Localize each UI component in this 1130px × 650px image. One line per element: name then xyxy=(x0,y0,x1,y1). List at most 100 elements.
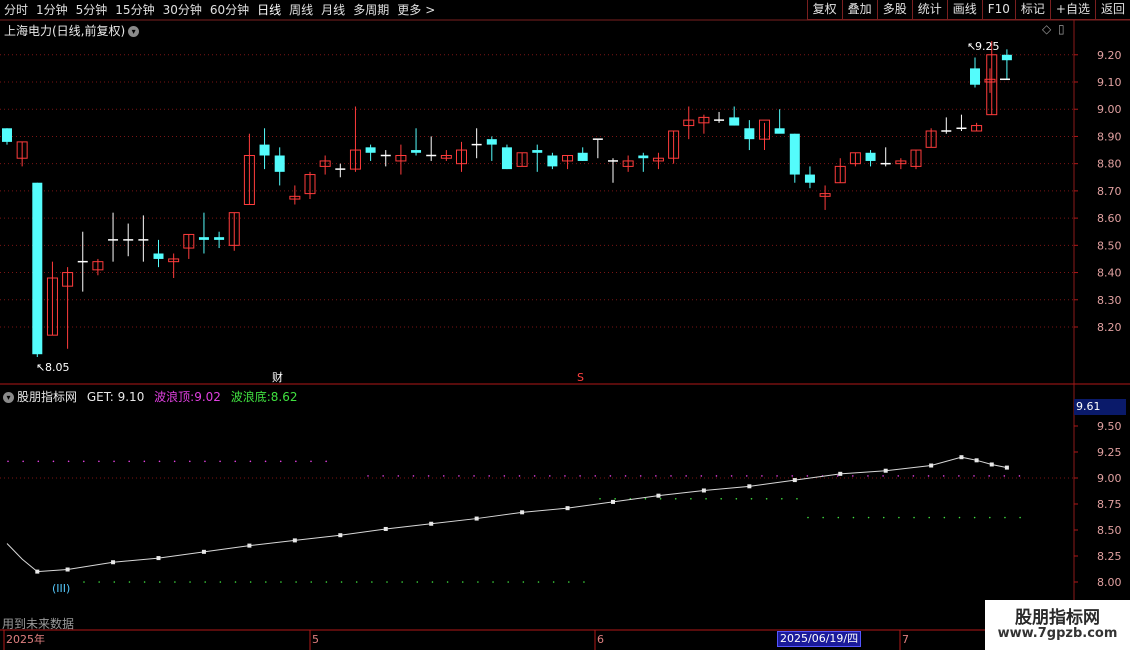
wave-top-dot xyxy=(806,475,809,477)
wave-bottom-dot xyxy=(644,498,647,500)
wave-bottom-dot xyxy=(781,498,783,500)
wave-top-dot xyxy=(1003,475,1006,477)
wave-bottom-dot xyxy=(174,581,176,583)
wave-top-dot xyxy=(249,460,252,463)
get-point xyxy=(565,506,570,511)
wave-bottom-value: 8.62 xyxy=(270,390,298,404)
wave-top-dot xyxy=(700,475,703,477)
time-label: 6 xyxy=(597,633,604,646)
diamond-icon[interactable]: ◇ xyxy=(1042,22,1051,36)
low-label: 8.05 xyxy=(45,361,70,374)
get-point xyxy=(656,493,661,498)
chevron-down-icon[interactable]: ▾ xyxy=(128,26,140,37)
wave-bottom-dot xyxy=(158,581,161,583)
wave-bottom-dot xyxy=(599,498,601,500)
wave-bottom-dot xyxy=(83,581,85,583)
chevron-down-icon[interactable]: ▾ xyxy=(3,392,14,403)
wave-bottom-dot xyxy=(867,516,870,519)
candle-body xyxy=(638,155,649,159)
watermark-url: www.7gpzb.com xyxy=(997,626,1118,641)
wave-top-dot xyxy=(609,475,612,477)
candle-body xyxy=(411,150,422,153)
wave-top-dot xyxy=(897,475,900,477)
candle-body xyxy=(501,147,512,170)
wave-bottom-dot xyxy=(1019,516,1021,519)
wave-bottom-dot xyxy=(371,581,373,583)
candle-body xyxy=(729,117,740,126)
wave-bottom-dot xyxy=(750,498,753,500)
get-point xyxy=(111,560,116,565)
wave-bottom-dot xyxy=(943,516,946,519)
wave-top-dot xyxy=(52,460,55,463)
candle-body xyxy=(577,152,588,161)
wave-bottom-dot xyxy=(295,581,297,583)
wave-bottom-dot xyxy=(837,516,840,519)
wave-top-dot xyxy=(594,475,597,477)
wave-top-label: 波浪顶: xyxy=(154,390,195,404)
wave-top-dot xyxy=(761,475,763,477)
kline-chart[interactable]: 9.20 9.10 9.00 8.90 8.80 8.70 8.60 8.50 8.40 8.30… xyxy=(0,0,1130,650)
wave-top-dot xyxy=(427,475,430,477)
wave-top-value: 9.02 xyxy=(194,390,221,404)
wave-bottom-dot xyxy=(807,516,809,519)
expand-icon[interactable]: ▯ xyxy=(1058,22,1065,36)
wave-bottom-dot xyxy=(537,581,540,583)
wave-bottom-dot xyxy=(416,581,419,583)
wave-top-dot xyxy=(82,460,85,463)
wave-top-dot xyxy=(143,460,146,463)
wave-top-dot xyxy=(579,475,581,477)
get-point xyxy=(883,468,888,473)
candle-body xyxy=(365,147,376,153)
y-tick-label: 8.70 xyxy=(1097,185,1122,198)
get-point xyxy=(338,533,343,538)
y-tick-label: 8.30 xyxy=(1097,294,1122,307)
wave-top-dot xyxy=(958,475,960,477)
wave-top-dot xyxy=(1018,475,1021,477)
future-data-note: 用到未来数据 xyxy=(2,617,75,631)
sub-axis-value-box: 9.61 xyxy=(1074,399,1126,415)
time-label: 7 xyxy=(902,633,909,646)
get-point xyxy=(1004,465,1009,470)
wave-top-dot xyxy=(533,475,536,477)
low-marker: ↖ xyxy=(36,361,45,374)
candle-body xyxy=(486,139,497,145)
sub-y-tick-label: 8.00 xyxy=(1097,576,1122,589)
candle-body xyxy=(259,144,270,156)
main-chart-header: 上海电力(日线,前复权) ▾ xyxy=(4,22,140,39)
wave-bottom-dot xyxy=(913,516,915,519)
y-tick-label: 8.80 xyxy=(1097,158,1122,171)
wave-top-dot xyxy=(685,475,687,477)
wave-top-dot xyxy=(715,475,718,477)
selected-date: 2025/06/19/四 xyxy=(777,631,862,647)
wave-bottom-dot xyxy=(614,498,616,500)
wave-bottom-dot xyxy=(507,581,510,583)
wave-top-dot xyxy=(397,475,400,477)
wave-bottom-dot xyxy=(401,581,403,583)
wave-bottom-dot xyxy=(522,581,525,583)
wave-top-dot xyxy=(730,475,733,477)
wave-bottom-dot xyxy=(189,581,191,583)
wave-top-dot xyxy=(310,460,312,463)
get-point xyxy=(701,488,706,493)
wave-bottom-dot xyxy=(219,581,222,583)
wave-top-dot xyxy=(503,475,506,477)
wave-bottom-dot xyxy=(249,581,252,583)
y-tick-label: 8.50 xyxy=(1097,239,1122,252)
candle-body xyxy=(970,68,980,85)
get-point xyxy=(201,549,206,554)
stock-title: 上海电力(日线,前复权) xyxy=(4,24,126,38)
wave-top-dot xyxy=(836,475,839,477)
wave-top-dot xyxy=(458,475,460,477)
get-point xyxy=(747,484,752,489)
candle-body xyxy=(532,150,543,153)
get-point xyxy=(611,499,615,504)
watermark: 股朋指标网 www.7gpzb.com xyxy=(985,600,1130,650)
wave-bottom-dot xyxy=(989,516,991,519)
candle-body xyxy=(198,237,209,240)
wave-top-dot xyxy=(67,460,70,463)
indicator-title: 股朋指标网 xyxy=(17,390,78,404)
get-point xyxy=(520,510,525,515)
wave-top-dot xyxy=(988,475,990,477)
y-tick-label: 8.40 xyxy=(1097,267,1122,280)
y-tick-label: 9.10 xyxy=(1097,76,1122,89)
